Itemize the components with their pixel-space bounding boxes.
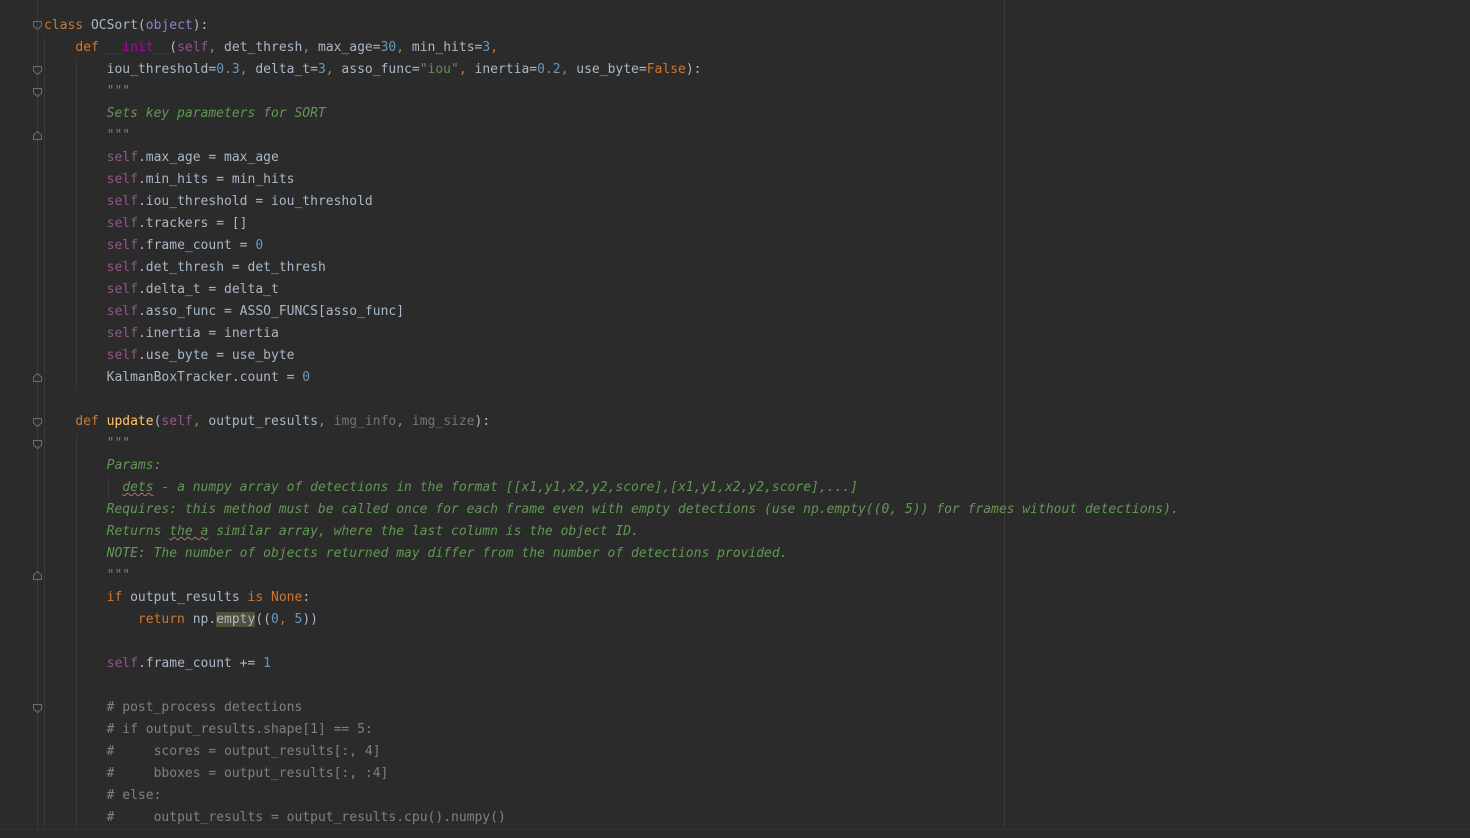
code-line[interactable]: def __init__(self, det_thresh, max_age=3… — [44, 37, 1470, 59]
editor-bottom-scrollbar[interactable] — [0, 829, 1470, 838]
code-line[interactable]: self.max_age = max_age — [44, 147, 1470, 169]
code-line[interactable]: self.frame_count = 0 — [44, 235, 1470, 257]
fold-icon[interactable] — [33, 21, 42, 30]
fold-icon[interactable] — [33, 88, 42, 97]
fold-icon[interactable] — [33, 66, 42, 75]
code-line[interactable]: if output_results is None: — [44, 587, 1470, 609]
code-line[interactable]: # if output_results.shape[1] == 5: — [44, 719, 1470, 741]
code-line[interactable]: """ — [44, 81, 1470, 103]
code-line[interactable]: self.delta_t = delta_t — [44, 279, 1470, 301]
code-line[interactable]: Params: — [44, 455, 1470, 477]
code-line[interactable]: # scores = output_results[:, 4] — [44, 741, 1470, 763]
code-line[interactable]: self.trackers = [] — [44, 213, 1470, 235]
code-line[interactable]: Returns the a similar array, where the l… — [44, 521, 1470, 543]
code-line[interactable]: # post_process detections — [44, 697, 1470, 719]
code-line[interactable]: """ — [44, 565, 1470, 587]
code-line[interactable]: self.use_byte = use_byte — [44, 345, 1470, 367]
fold-icon[interactable] — [33, 418, 42, 427]
code-line[interactable]: dets - a numpy array of detections in th… — [44, 477, 1470, 499]
fold-icon[interactable] — [33, 373, 42, 382]
code-line[interactable] — [44, 631, 1470, 653]
code-line[interactable]: # output_results = output_results.cpu().… — [44, 807, 1470, 829]
code-line[interactable]: """ — [44, 433, 1470, 455]
fold-icon[interactable] — [33, 440, 42, 449]
code-line[interactable]: class OCSort(object): — [44, 15, 1470, 37]
code-line[interactable]: self.frame_count += 1 — [44, 653, 1470, 675]
code-line[interactable]: Requires: this method must be called onc… — [44, 499, 1470, 521]
code-line[interactable]: Sets key parameters for SORT — [44, 103, 1470, 125]
code-line[interactable]: self.det_thresh = det_thresh — [44, 257, 1470, 279]
code-line[interactable]: return np.empty((0, 5)) — [44, 609, 1470, 631]
code-line[interactable]: # bboxes = output_results[:, :4] — [44, 763, 1470, 785]
fold-icon[interactable] — [33, 131, 42, 140]
code-line[interactable]: self.inertia = inertia — [44, 323, 1470, 345]
code-line[interactable]: def update(self, output_results, img_inf… — [44, 411, 1470, 433]
code-line[interactable]: NOTE: The number of objects returned may… — [44, 543, 1470, 565]
fold-icon[interactable] — [33, 571, 42, 580]
code-line[interactable]: iou_threshold=0.3, delta_t=3, asso_func=… — [44, 59, 1470, 81]
code-line[interactable]: KalmanBoxTracker.count = 0 — [44, 367, 1470, 389]
code-line[interactable]: self.min_hits = min_hits — [44, 169, 1470, 191]
code-line[interactable]: self.asso_func = ASSO_FUNCS[asso_func] — [44, 301, 1470, 323]
code-line[interactable] — [44, 675, 1470, 697]
code-line[interactable]: # else: — [44, 785, 1470, 807]
code-editor[interactable]: class OCSort(object): def __init__(self,… — [44, 15, 1470, 829]
code-line[interactable]: """ — [44, 125, 1470, 147]
code-line[interactable] — [44, 389, 1470, 411]
fold-icon[interactable] — [33, 704, 42, 713]
code-line[interactable]: self.iou_threshold = iou_threshold — [44, 191, 1470, 213]
